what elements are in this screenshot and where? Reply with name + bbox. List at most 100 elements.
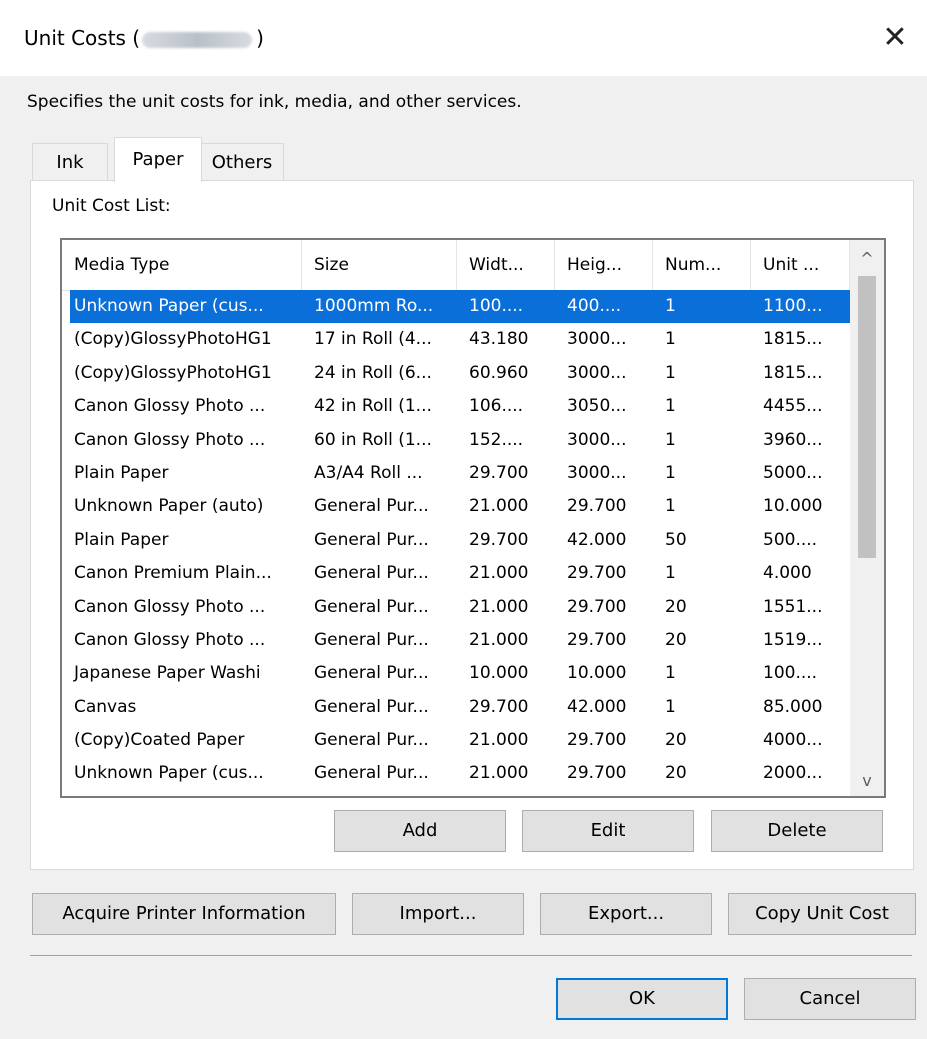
cell-unit-cost: 4000... xyxy=(763,730,823,751)
add-button[interactable]: Add xyxy=(334,810,506,852)
title-bar: Unit Costs () ✕ xyxy=(0,0,927,76)
cell-size: 1000mm Ro... xyxy=(314,296,434,316)
cell-number: 1 xyxy=(665,429,676,450)
cell-unit-cost: 4.000 xyxy=(763,563,812,584)
table-row[interactable]: Canon Glossy Photo ... 42 in Roll (1... 10… xyxy=(62,390,850,423)
cell-height: 3000... xyxy=(567,329,627,350)
cell-number: 20 xyxy=(665,730,687,751)
cell-height: 29.700 xyxy=(567,730,627,751)
cell-width: 29.700 xyxy=(469,696,529,717)
cell-height: 42.000 xyxy=(567,696,627,717)
scroll-up-icon[interactable]: ^ xyxy=(850,244,884,274)
cell-width: 43.180 xyxy=(469,329,529,350)
cell-height: 3000... xyxy=(567,429,627,450)
cell-size: 42 in Roll (1... xyxy=(314,396,432,417)
edit-button[interactable]: Edit xyxy=(522,810,694,852)
table-row[interactable]: Canon Premium Plain... General Pur... 21.0… xyxy=(62,557,850,590)
tab-ink[interactable]: Ink xyxy=(32,143,108,182)
table-row[interactable]: Japanese Paper Washi General Pur... 10.000… xyxy=(62,657,850,690)
cell-size: General Pur... xyxy=(314,529,429,550)
cell-height: 29.700 xyxy=(567,596,627,617)
list-header: Media Type Size Widt... Heig... Num... U… xyxy=(62,240,850,291)
cell-media-type: Canon Premium Plain... xyxy=(74,563,272,584)
ok-button[interactable]: OK xyxy=(556,978,728,1020)
scroll-down-icon[interactable]: v xyxy=(850,766,884,796)
cell-width: 152.... xyxy=(469,429,524,450)
cell-number: 20 xyxy=(665,596,687,617)
dialog-description: Specifies the unit costs for ink, media,… xyxy=(27,92,522,112)
table-row[interactable]: Canon Glossy Photo ... 60 in Roll (1... 15… xyxy=(62,424,850,457)
cell-unit-cost: 500.... xyxy=(763,529,818,550)
table-row[interactable]: (Copy)Coated Paper General Pur... 21.000 29… xyxy=(62,724,850,757)
table-row[interactable]: (Copy)GlossyPhotoHG1 17 in Roll (4... 43.1… xyxy=(62,323,850,356)
cell-unit-cost: 4455... xyxy=(763,396,823,417)
cell-media-type: (Copy)Coated Paper xyxy=(74,730,245,751)
unit-cost-list[interactable]: Media Type Size Widt... Heig... Num... U… xyxy=(60,238,886,798)
cell-size: General Pur... xyxy=(314,596,429,617)
cell-unit-cost: 1519... xyxy=(763,629,823,650)
cell-number: 20 xyxy=(665,629,687,650)
cell-width: 10.000 xyxy=(469,663,529,684)
export-button[interactable]: Export... xyxy=(540,893,712,935)
cell-size: A3/A4 Roll ... xyxy=(314,462,423,483)
cell-number: 20 xyxy=(665,763,687,784)
cell-unit-cost: 3960... xyxy=(763,429,823,450)
cell-number: 1 xyxy=(665,296,676,316)
cell-media-type: Unknown Paper (auto) xyxy=(74,496,264,517)
cell-height: 3050... xyxy=(567,396,627,417)
import-button[interactable]: Import... xyxy=(352,893,524,935)
cell-size: General Pur... xyxy=(314,496,429,517)
copy-unit-cost-button[interactable]: Copy Unit Cost xyxy=(728,893,916,935)
cell-media-type: Canon Glossy Photo ... xyxy=(74,396,266,417)
table-row[interactable]: (Copy)GlossyPhotoHG1 24 in Roll (6... 60.9… xyxy=(62,357,850,390)
cell-width: 29.700 xyxy=(469,462,529,483)
cell-unit-cost: 1815... xyxy=(763,362,823,383)
table-row[interactable]: Unknown Paper (auto) General Pur... 21.000… xyxy=(62,490,850,523)
cell-number: 1 xyxy=(665,362,676,383)
cell-height: 29.700 xyxy=(567,563,627,584)
cell-height: 3000... xyxy=(567,362,627,383)
cell-width: 21.000 xyxy=(469,563,529,584)
column-header-media-type[interactable]: Media Type xyxy=(62,240,302,290)
table-row[interactable]: Plain Paper A3/A4 Roll ... 29.700 3000... 1 5… xyxy=(62,457,850,490)
table-row[interactable]: Unknown Paper (cus... General Pur... 21.00… xyxy=(62,757,850,790)
tab-paper[interactable]: Paper xyxy=(114,137,202,182)
cell-height: 10.000 xyxy=(567,663,627,684)
table-row[interactable]: Canon Glossy Photo ... General Pur... 21.0… xyxy=(62,591,850,624)
cell-media-type: Canvas xyxy=(74,696,137,717)
list-scrollbar[interactable]: ^ v xyxy=(850,240,884,796)
close-icon[interactable]: ✕ xyxy=(863,10,927,66)
column-header-unit-cost[interactable]: Unit ... xyxy=(751,240,850,290)
cancel-button[interactable]: Cancel xyxy=(744,978,916,1020)
cell-size: General Pur... xyxy=(314,563,429,584)
cell-media-type: Canon Glossy Photo ... xyxy=(74,629,266,650)
cell-number: 1 xyxy=(665,696,676,717)
column-header-width[interactable]: Widt... xyxy=(457,240,555,290)
table-row[interactable]: Canvas General Pur... 29.700 42.000 1 85.000 xyxy=(62,691,850,724)
cell-width: 60.960 xyxy=(469,362,529,383)
delete-button[interactable]: Delete xyxy=(711,810,883,852)
column-header-size[interactable]: Size xyxy=(302,240,457,290)
scrollbar-thumb[interactable] xyxy=(858,276,876,558)
table-row[interactable]: Unknown Paper (cus... 1000mm Ro... 100....… xyxy=(70,290,850,324)
cell-media-type: Japanese Paper Washi xyxy=(74,663,261,684)
cell-number: 1 xyxy=(665,663,676,684)
cell-unit-cost: 10.000 xyxy=(763,496,823,517)
unit-cost-list-label-text: Unit Cost List: xyxy=(52,196,171,216)
table-row[interactable]: Plain Paper General Pur... 29.700 42.000 50 5… xyxy=(62,524,850,557)
cell-unit-cost: 5000... xyxy=(763,462,823,483)
acquire-printer-information-button[interactable]: Acquire Printer Information xyxy=(32,893,336,935)
cell-width: 106.... xyxy=(469,396,524,417)
cell-width: 21.000 xyxy=(469,629,529,650)
cell-size: 60 in Roll (1... xyxy=(314,429,432,450)
tab-others[interactable]: Others xyxy=(200,143,284,182)
column-header-height[interactable]: Heig... xyxy=(555,240,653,290)
column-header-number[interactable]: Num... xyxy=(653,240,751,290)
cell-number: 50 xyxy=(665,529,687,550)
cell-width: 21.000 xyxy=(469,496,529,517)
cell-height: 42.000 xyxy=(567,529,627,550)
cell-size: General Pur... xyxy=(314,696,429,717)
cell-media-type: (Copy)GlossyPhotoHG1 xyxy=(74,362,272,383)
cell-height: 29.700 xyxy=(567,763,627,784)
table-row[interactable]: Canon Glossy Photo ... General Pur... 21.0… xyxy=(62,624,850,657)
